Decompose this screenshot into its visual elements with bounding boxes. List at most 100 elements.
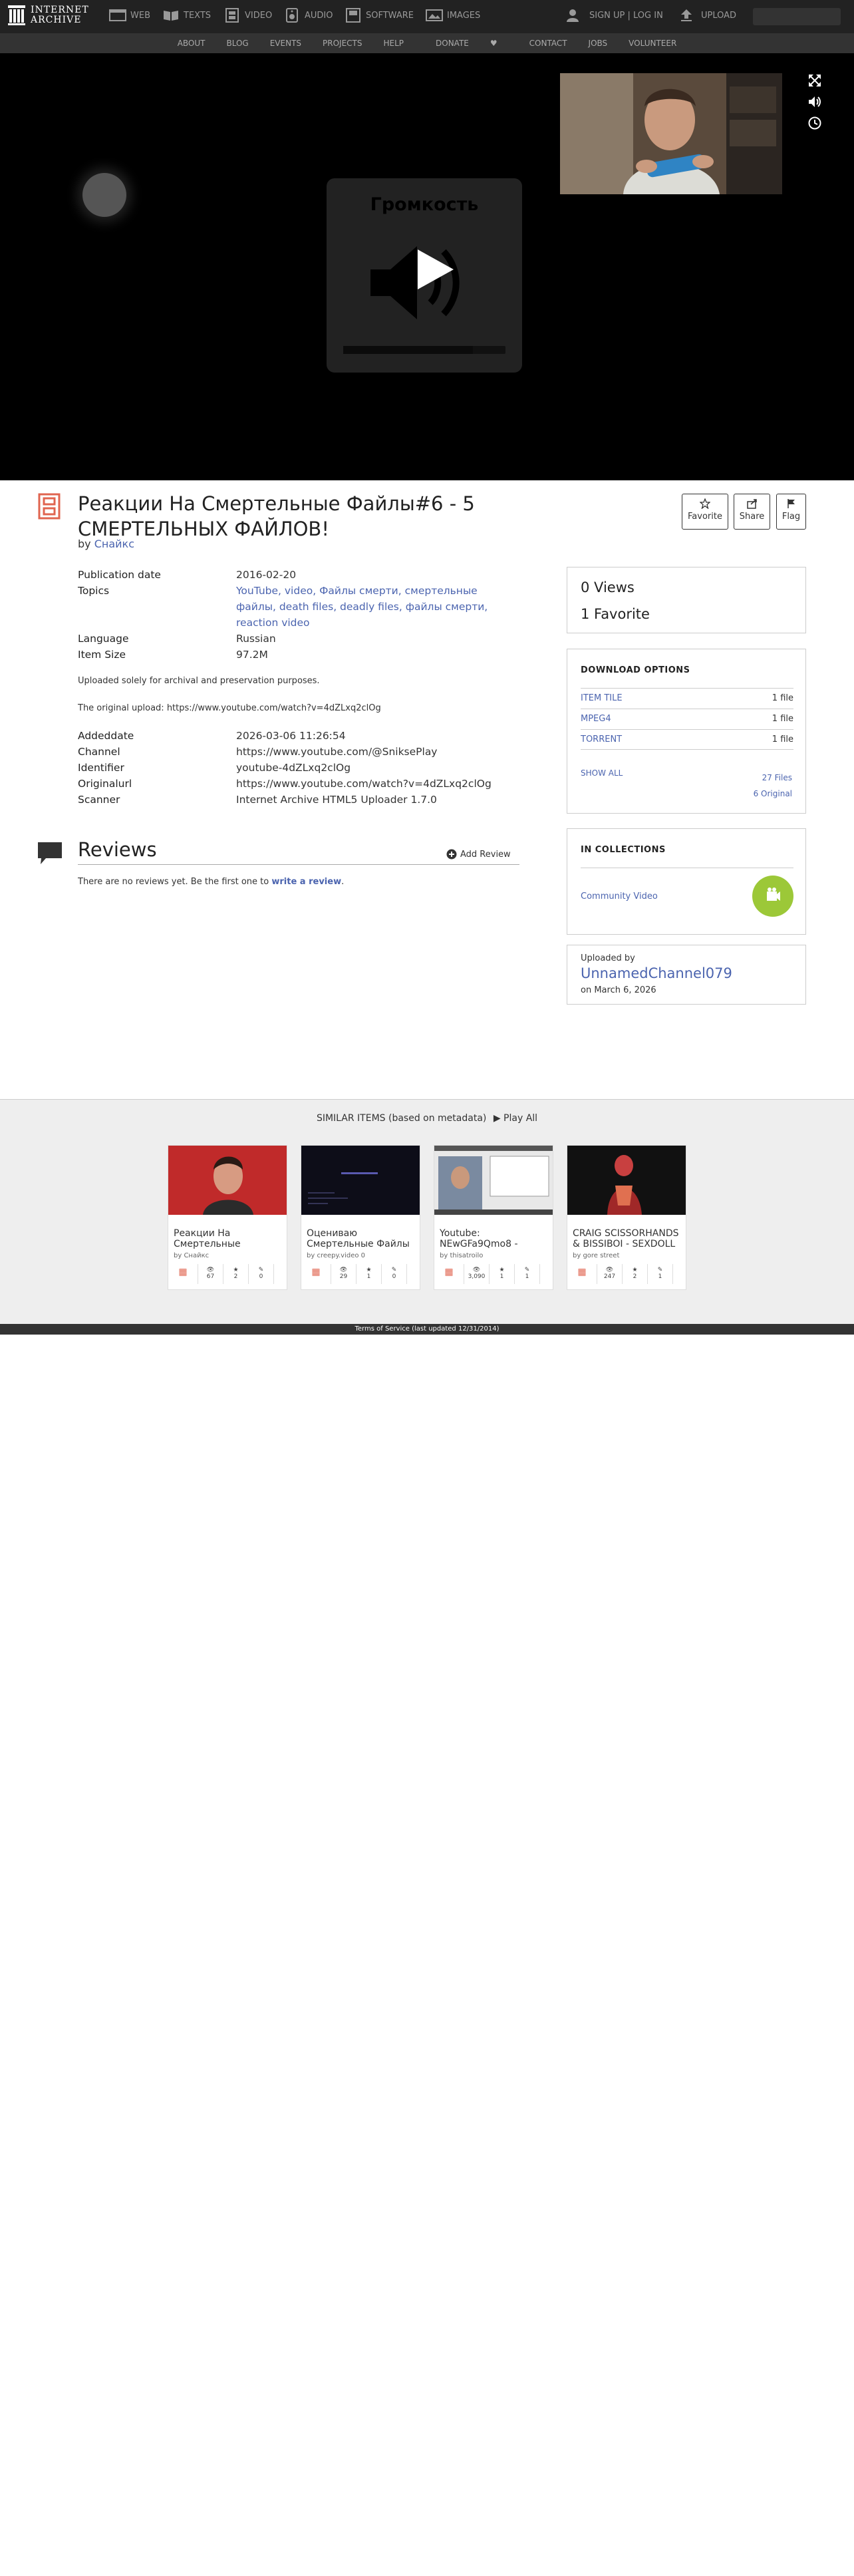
download-row[interactable]: MPEG4 1 file [581,709,793,729]
collections-heading: IN COLLECTIONS [581,845,666,855]
comment-icon: ✎ [391,1267,397,1273]
similar-item-card[interactable]: Оцениваю Смертельные Файлы by creepy.vid… [301,1145,420,1290]
web-icon [109,9,126,21]
metadata-key: Identifier [78,762,124,774]
movie-mediatype-icon [38,493,61,520]
channel-link[interactable]: https://www.youtube.com/@SniksePlay [236,744,501,760]
language-link[interactable]: Russian [236,631,501,647]
card-views: 67 [206,1273,215,1280]
write-review-link[interactable]: write a review [271,877,341,887]
subnav-about[interactable]: ABOUT [178,39,206,48]
card-title: CRAIG SCISSORHANDS & BISSIBOI - SEXDOLL [573,1228,679,1249]
similar-items-heading: SIMILAR ITEMS (based on metadata) ▶ Play… [0,1113,854,1124]
similar-item-card[interactable]: Реакции На Смертельные by Снайкс ▦ 👁 67 ★… [168,1145,287,1290]
nav-images-label: IMAGES [447,10,481,21]
subnav-events[interactable]: EVENTS [270,39,301,48]
internet-archive-logo[interactable]: INTERNET ARCHIVE [8,5,89,25]
views-count: 0 Views [581,579,635,595]
download-row[interactable]: ITEM TILE 1 file [581,688,793,709]
eye-icon: 👁 [605,1267,614,1273]
card-favorites: 1 [499,1273,504,1280]
video-thumbnail[interactable] [560,73,782,194]
collection-link[interactable]: Community Video [581,891,658,901]
originalurl-link[interactable]: https://www.youtube.com/watch?v=4dZLxq2c… [236,776,501,792]
similar-item-card[interactable]: CRAIG SCISSORHANDS & BISSIBOI - SEXDOLL … [567,1145,686,1290]
fullscreen-icon[interactable] [807,73,822,88]
subnav-donate[interactable]: DONATE ♥ [425,39,508,48]
play-all-button[interactable]: ▶ Play All [494,1113,537,1124]
identifier-value: youtube-4dZLxq2clOg [236,762,351,774]
card-thumbnail [168,1146,287,1215]
item-size-value: 97.2M [236,649,268,661]
favorite-button[interactable]: Favorite [682,494,728,530]
subnav-blog[interactable]: BLOG [226,39,248,48]
volume-title: Громкость [370,194,479,215]
upload-button[interactable]: UPLOAD [680,8,736,23]
subnav-jobs[interactable]: JOBS [589,39,608,48]
nav-video-label: VIDEO [245,10,273,21]
movie-icon: ▦ [178,1267,188,1277]
collections-box: IN COLLECTIONS Community Video [567,828,806,935]
similar-items-title: SIMILAR ITEMS (based on metadata) [316,1113,487,1124]
play-icon: ▶ [493,1113,501,1124]
software-icon [346,8,360,23]
subnav-projects[interactable]: PROJECTS [323,39,362,48]
comment-icon: ✎ [258,1267,264,1273]
no-reviews-text: There are no reviews yet. Be the first o… [78,877,269,887]
topics-line[interactable]: reaction video [236,615,501,631]
nav-web[interactable]: WEB [109,8,150,23]
subnav-volunteer[interactable]: VOLUNTEER [629,39,676,48]
card-thumbnail [301,1146,420,1215]
nav-video[interactable]: VIDEO [223,8,272,23]
add-review-label: Add Review [460,849,511,860]
speed-clock-icon[interactable] [807,116,822,130]
volume-level-fill [343,346,474,354]
search-input[interactable] [753,8,841,25]
subnav-help[interactable]: HELP [383,39,404,48]
download-row[interactable]: TORRENT 1 file [581,729,793,750]
metadata-key: Topics [78,585,110,597]
card-author: by Снайкс [174,1252,210,1259]
similar-item-card[interactable]: Youtube: NEwGFa9Qmo8 - by thisatroilo ▦ … [434,1145,553,1290]
show-all-link[interactable]: SHOW ALL [581,768,623,778]
card-favorites: 2 [633,1273,637,1280]
subnav-donate-label: DONATE [436,39,469,48]
scanner-value: Internet Archive HTML5 Uploader 1.7.0 [236,794,437,806]
nav-images[interactable]: IMAGES [426,8,480,23]
thumbnail-image [560,73,782,194]
uploader-link[interactable]: UnnamedChannel079 [581,965,732,981]
collection-avatar[interactable] [752,876,793,917]
star-icon [700,498,710,509]
add-review-button[interactable]: Add Review [446,849,511,860]
terms-of-service-link[interactable]: Terms of Service (last updated 12/31/201… [0,1324,854,1335]
files-count-link[interactable]: 27 Files [762,773,792,782]
share-label: Share [739,512,765,522]
comment-icon: ✎ [524,1267,530,1273]
reviews-divider [78,864,519,865]
upload-icon [681,9,692,21]
flag-button[interactable]: Flag [776,494,806,530]
nav-software[interactable]: SOFTWARE [345,8,414,23]
nav-texts[interactable]: TEXTS [162,8,211,23]
metadata-key: Addeddate [78,730,134,742]
movie-icon: ▦ [311,1267,321,1277]
metadata-key: Publication date [78,569,161,581]
nav-audio[interactable]: AUDIO [283,8,333,23]
card-thumbnail [434,1146,553,1215]
topics-line[interactable]: файлы, death files, deadly files, файлы … [236,599,501,615]
author-link[interactable]: Снайкс [94,538,134,550]
signup-login[interactable]: SIGN UP | LOG IN [565,8,663,23]
subnav-contact[interactable]: CONTACT [529,39,567,48]
stats-box: 0 Views 1 Favorite [567,567,806,633]
volume-icon[interactable] [807,94,822,109]
pubdate-link[interactable]: 2016-02-20 [236,567,501,583]
card-stats: ▦ 👁 247 ★ 2 ✎ 1 [567,1264,686,1284]
video-player[interactable]: Громкость [0,53,854,480]
play-icon[interactable] [414,248,456,291]
topics-line[interactable]: YouTube, video, Файлы смерти, смертельны… [236,583,501,599]
comment-icon: ✎ [657,1267,663,1273]
star-icon: ★ [233,1267,239,1273]
original-files-link[interactable]: 6 Original [754,789,792,798]
download-format: ITEM TILE [581,693,623,703]
share-button[interactable]: Share [734,494,770,530]
